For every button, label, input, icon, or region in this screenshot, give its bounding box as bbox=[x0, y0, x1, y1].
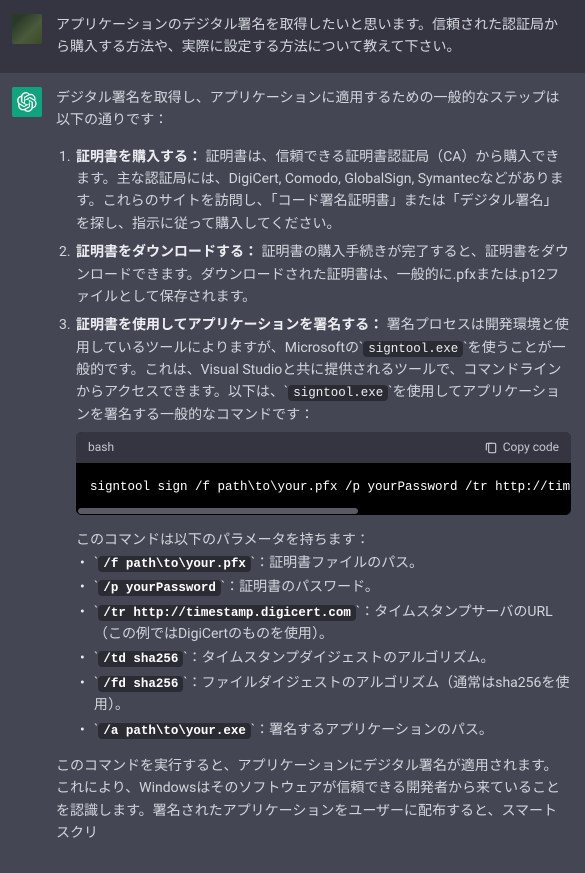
copy-code-button[interactable]: Copy code bbox=[484, 438, 559, 457]
steps-list: 証明書を購入する： 証明書は、信頼できる証明書認証局（CA）から購入できます。主… bbox=[74, 146, 571, 741]
list-item: `/f path\to\your.pfx`：証明書ファイルのパス。 bbox=[80, 552, 571, 574]
list-item: `/fd sha256`：ファイルダイジェストのアルゴリズム（通常はsha256… bbox=[80, 672, 571, 717]
step-item: 証明書を購入する： 証明書は、信頼できる証明書認証局（CA）から購入できます。主… bbox=[74, 146, 571, 236]
clipboard-icon bbox=[484, 441, 498, 455]
param-desc: `：タイムスタンプダイジェストのアルゴリズム。 bbox=[183, 650, 494, 666]
param-desc: `：証明書ファイルのパス。 bbox=[251, 555, 423, 571]
params-intro: このコマンドは以下のパラメータを持ちます： bbox=[76, 532, 370, 548]
user-avatar bbox=[12, 14, 42, 44]
inline-code: signtool.exe bbox=[288, 385, 388, 401]
scrollbar-track[interactable] bbox=[76, 507, 571, 515]
step-lead: 証明書を購入する： bbox=[76, 149, 202, 165]
code-lang: bash bbox=[88, 438, 114, 457]
assistant-avatar bbox=[12, 87, 42, 117]
param-flag: /a path\to\your.exe bbox=[98, 723, 251, 739]
param-flag: /tr http://timestamp.digicert.com bbox=[98, 605, 356, 621]
param-flag: /td sha256 bbox=[98, 651, 183, 667]
assistant-message: デジタル署名を取得し、アプリケーションに適用するための一般的なステップは以下の通… bbox=[0, 73, 585, 873]
user-message: アプリケーションのデジタル署名を取得したいと思います。信頼された認証局から購入す… bbox=[0, 0, 585, 73]
param-flag: /f path\to\your.pfx bbox=[98, 556, 251, 572]
user-text: アプリケーションのデジタル署名を取得したいと思います。信頼された認証局から購入す… bbox=[56, 17, 558, 55]
param-desc: `：署名するアプリケーションのパス。 bbox=[251, 722, 493, 738]
step-item: 証明書を使用してアプリケーションを署名する： 署名プロセスは開発環境と使用してい… bbox=[74, 314, 571, 741]
user-content: アプリケーションのデジタル署名を取得したいと思います。信頼された認証局から購入す… bbox=[56, 14, 571, 59]
param-flag: /p yourPassword bbox=[98, 580, 221, 596]
copy-label: Copy code bbox=[503, 438, 559, 457]
list-item: `/p yourPassword`：証明書のパスワード。 bbox=[80, 576, 571, 598]
step-item: 証明書をダウンロードする： 証明書の購入手続きが完了すると、証明書をダウンロード… bbox=[74, 241, 571, 308]
scrollbar-thumb[interactable] bbox=[78, 508, 358, 514]
list-item: `/a path\to\your.exe`：署名するアプリケーションのパス。 bbox=[80, 719, 571, 741]
param-flag: /fd sha256 bbox=[98, 676, 183, 692]
intro-text: デジタル署名を取得し、アプリケーションに適用するための一般的なステップは以下の通… bbox=[56, 87, 571, 132]
list-item: `/td sha256`：タイムスタンプダイジェストのアルゴリズム。 bbox=[80, 647, 571, 669]
outro-text: このコマンドを実行すると、アプリケーションにデジタル署名が適用されます。これによ… bbox=[56, 755, 571, 845]
params-list: `/f path\to\your.pfx`：証明書ファイルのパス。 `/p yo… bbox=[80, 552, 571, 741]
list-item: `/tr http://timestamp.digicert.com`：タイムス… bbox=[80, 601, 571, 646]
code-header: bash Copy code bbox=[76, 432, 571, 463]
openai-icon bbox=[17, 92, 37, 112]
code-block: bash Copy code signtool sign /f path\to\… bbox=[76, 432, 571, 515]
assistant-content: デジタル署名を取得し、アプリケーションに適用するための一般的なステップは以下の通… bbox=[56, 87, 571, 859]
step-lead: 証明書を使用してアプリケーションを署名する： bbox=[76, 317, 383, 333]
inline-code: signtool.exe bbox=[363, 341, 463, 357]
param-desc: `：証明書のパスワード。 bbox=[221, 579, 379, 595]
step-lead: 証明書をダウンロードする： bbox=[76, 244, 258, 260]
